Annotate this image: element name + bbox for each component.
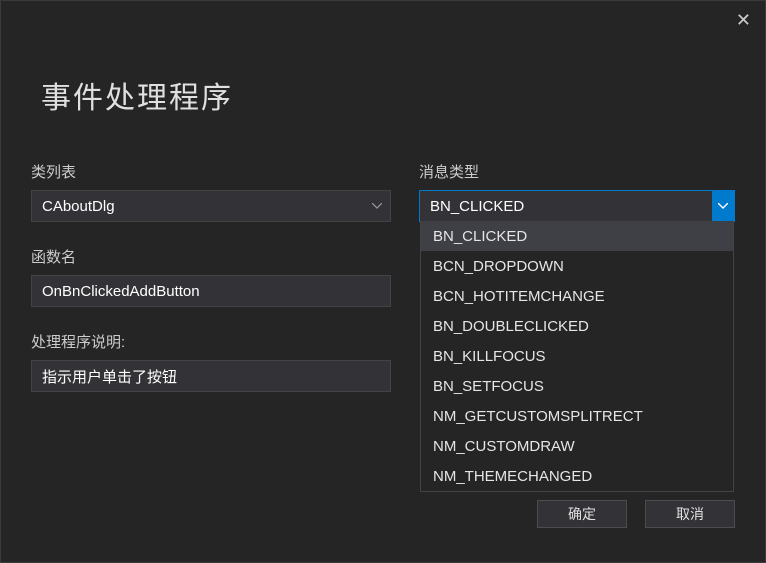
chevron-down-icon: [712, 191, 734, 221]
dropdown-item[interactable]: NM_GETCUSTOMSPLITRECT: [421, 401, 733, 431]
dropdown-item[interactable]: BCN_DROPDOWN: [421, 251, 733, 281]
ok-button[interactable]: 确定: [537, 500, 627, 528]
class-list-value: CAboutDlg: [42, 198, 115, 215]
handler-desc-field: 处理程序说明: 指示用户单击了按钮: [31, 331, 391, 392]
function-name-label: 函数名: [31, 246, 391, 267]
dropdown-item[interactable]: NM_THEMECHANGED: [421, 461, 733, 491]
class-list-field: 类列表 CAboutDlg: [31, 161, 391, 222]
handler-desc-text: 指示用户单击了按钮: [31, 360, 391, 392]
function-name-value: OnBnClickedAddButton: [42, 283, 200, 300]
dropdown-item[interactable]: BN_CLICKED: [421, 221, 733, 251]
event-handler-dialog: ✕ 事件处理程序 类列表 CAboutDlg 消息类型 BN_CLICKED: [0, 0, 766, 563]
dropdown-item[interactable]: BCN_HOTITEMCHANGE: [421, 281, 733, 311]
handler-desc-label: 处理程序说明:: [31, 331, 391, 352]
chevron-down-icon: [372, 203, 382, 209]
dropdown-item[interactable]: BN_SETFOCUS: [421, 371, 733, 401]
dialog-content: 类列表 CAboutDlg 消息类型 BN_CLICKED: [31, 161, 735, 392]
dropdown-item[interactable]: BN_DOUBLECLICKED: [421, 311, 733, 341]
handler-desc-value: 指示用户单击了按钮: [42, 366, 177, 387]
message-type-label: 消息类型: [419, 161, 735, 182]
message-type-select[interactable]: BN_CLICKED BN_CLICKED BCN_DROPDOWN BCN_H…: [419, 190, 735, 222]
dropdown-item[interactable]: NM_CUSTOMDRAW: [421, 431, 733, 461]
function-name-input[interactable]: OnBnClickedAddButton: [31, 275, 391, 307]
dialog-buttons: 确定 取消: [537, 500, 735, 528]
dialog-title: 事件处理程序: [41, 73, 233, 117]
close-icon[interactable]: ✕: [736, 11, 751, 29]
message-type-dropdown: BN_CLICKED BCN_DROPDOWN BCN_HOTITEMCHANG…: [420, 221, 734, 492]
message-type-field: 消息类型 BN_CLICKED BN_CLICKED BCN_DROPDOWN …: [419, 161, 735, 222]
cancel-button[interactable]: 取消: [645, 500, 735, 528]
dropdown-item[interactable]: BN_KILLFOCUS: [421, 341, 733, 371]
class-list-select[interactable]: CAboutDlg: [31, 190, 391, 222]
message-type-value: BN_CLICKED: [430, 198, 524, 215]
class-list-label: 类列表: [31, 161, 391, 182]
function-name-field: 函数名 OnBnClickedAddButton: [31, 246, 391, 307]
